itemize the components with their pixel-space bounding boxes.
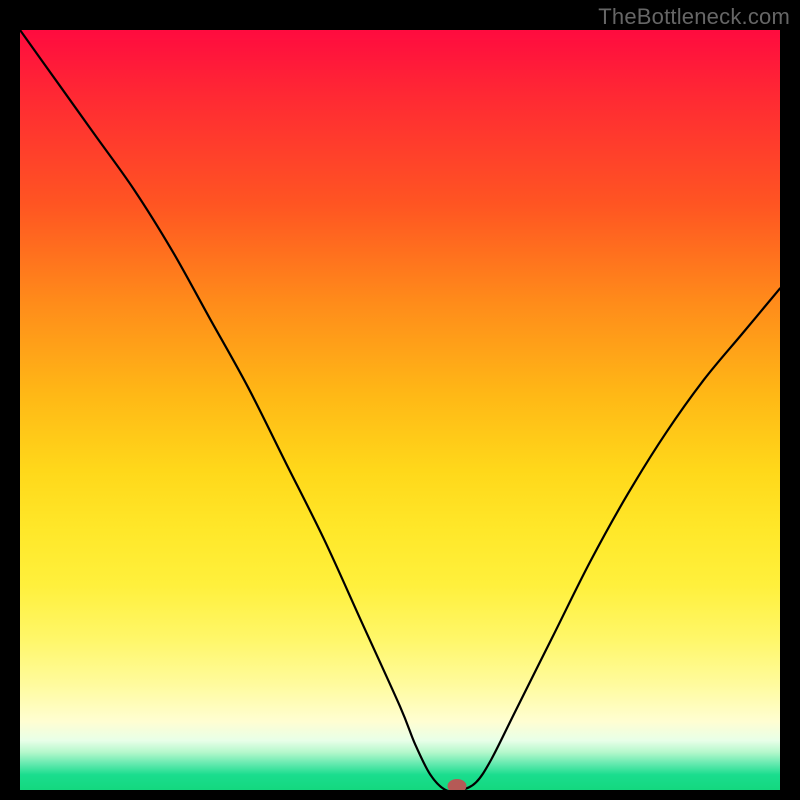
bottleneck-curve xyxy=(20,30,780,790)
watermark-text: TheBottleneck.com xyxy=(598,4,790,30)
plot-area xyxy=(20,30,780,790)
minimum-marker xyxy=(448,780,466,791)
plot-svg xyxy=(20,30,780,790)
chart-frame: TheBottleneck.com xyxy=(0,0,800,800)
